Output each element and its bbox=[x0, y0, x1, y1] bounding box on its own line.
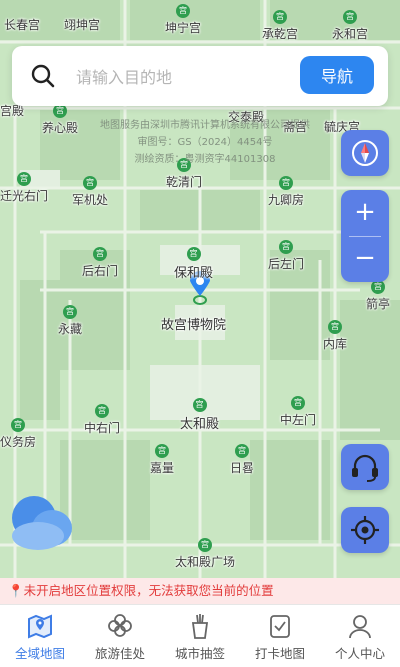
palace-marker-icon: 宫 bbox=[192, 398, 207, 412]
palace-marker-icon: 宫 bbox=[93, 247, 107, 261]
customer-service-button[interactable] bbox=[341, 444, 389, 490]
compass-button[interactable] bbox=[341, 130, 389, 176]
tab-profile[interactable]: 个人中心 bbox=[320, 605, 400, 667]
palace-marker-icon: 宫 bbox=[273, 10, 287, 24]
person-icon bbox=[349, 615, 371, 639]
palace-marker-icon: 宫 bbox=[155, 444, 169, 458]
tab-travel-spots[interactable]: 旅游佳处 bbox=[80, 605, 160, 667]
palace-marker-icon: 宫 bbox=[235, 444, 249, 458]
place-yonghe-gong[interactable]: 宫永和宫 bbox=[332, 10, 368, 42]
palace-marker-icon: 宫 bbox=[186, 247, 201, 261]
palace-marker-icon: 宫 bbox=[17, 172, 31, 186]
zoom-in-button[interactable]: + bbox=[341, 190, 389, 236]
place-jia-liang[interactable]: 宫嘉量 bbox=[150, 444, 174, 476]
palace-marker-icon: 宫 bbox=[279, 176, 293, 190]
palace-marker-icon: 宫 bbox=[95, 404, 109, 418]
navigate-button[interactable]: 导航 bbox=[300, 56, 374, 94]
place-jian-ting[interactable]: 宫箭亭 bbox=[366, 280, 390, 312]
location-permission-warning[interactable]: 📍未开启地区位置权限，无法获取您当前的位置 bbox=[0, 578, 400, 604]
bottom-tab-bar: 全域地图 旅游佳处 城市抽签 打卡地图 个人中心 bbox=[0, 604, 400, 667]
place-junji-chu[interactable]: 宫军机处 bbox=[72, 176, 108, 208]
place-yi-wu-fang[interactable]: 宫仪务房 bbox=[0, 418, 36, 450]
flower-icon bbox=[108, 614, 132, 637]
place-zhong-zuo-men[interactable]: 宫中左门 bbox=[280, 396, 316, 428]
palace-marker-icon: 宫 bbox=[83, 176, 97, 190]
place-zhong-you-men[interactable]: 宫中右门 bbox=[84, 404, 120, 436]
place-nei-ku[interactable]: 宫内库 bbox=[323, 320, 347, 352]
location-pin-icon: 📍 bbox=[8, 583, 24, 598]
zoom-controls: + − bbox=[341, 190, 389, 282]
search-input[interactable] bbox=[74, 62, 298, 92]
place-ri-gui[interactable]: 宫日晷 bbox=[230, 444, 254, 476]
place-changchun-gong[interactable]: 长春宫 bbox=[4, 16, 40, 33]
crosshair-icon bbox=[351, 516, 379, 544]
palace-marker-icon: 宫 bbox=[176, 4, 190, 18]
place-houzuo-men[interactable]: 宫后左门 bbox=[268, 240, 304, 272]
palace-marker-icon: 宫 bbox=[279, 240, 293, 254]
tab-global-map[interactable]: 全域地图 bbox=[0, 605, 80, 667]
place-kunning-gong[interactable]: 宫坤宁宫 bbox=[165, 4, 201, 36]
place-gugong[interactable]: 故宫博物院 bbox=[161, 314, 226, 333]
place-yikun-gong[interactable]: 翊坤宫 bbox=[64, 16, 100, 33]
headset-icon bbox=[352, 454, 378, 482]
palace-marker-icon: 宫 bbox=[198, 538, 212, 552]
place-jiuqing-fang[interactable]: 宫九卿房 bbox=[268, 176, 304, 208]
cloud-weather-icon[interactable] bbox=[8, 492, 78, 554]
place-houyou-men[interactable]: 宫后右门 bbox=[82, 247, 118, 279]
place-chengqian-gong[interactable]: 宫承乾宫 bbox=[262, 10, 298, 42]
palace-marker-icon: 宫 bbox=[291, 396, 305, 410]
place-baohe-dian[interactable]: 宫保和殿 bbox=[174, 247, 213, 281]
place-xi-you-men[interactable]: 宫迁光右门 bbox=[0, 172, 48, 204]
checkin-icon bbox=[270, 615, 290, 638]
palace-marker-icon: 宫 bbox=[371, 280, 385, 294]
place-taihe-guangchang[interactable]: 宫太和殿广场 bbox=[175, 538, 235, 570]
search-icon bbox=[31, 64, 55, 88]
tab-checkin-map[interactable]: 打卡地图 bbox=[240, 605, 320, 667]
map-icon bbox=[28, 614, 52, 639]
compass-icon bbox=[352, 140, 378, 166]
locate-button[interactable] bbox=[341, 507, 389, 553]
palace-marker-icon: 宫 bbox=[11, 418, 25, 432]
zoom-out-button[interactable]: − bbox=[341, 236, 389, 282]
palace-marker-icon: 宫 bbox=[343, 10, 357, 24]
palace-marker-icon: 宫 bbox=[63, 305, 77, 319]
lottery-cup-icon bbox=[191, 614, 209, 639]
search-bar: 导航 bbox=[12, 46, 388, 106]
palace-marker-icon: 宫 bbox=[53, 104, 67, 118]
place-taihe-dian[interactable]: 宫太和殿 bbox=[180, 398, 219, 432]
place-yong-cang[interactable]: 宫永藏 bbox=[58, 305, 82, 337]
map-attribution: 地图服务由深圳市腾讯计算机系统有限公司提供 审图号：GS（2024）4454号 … bbox=[100, 120, 310, 165]
palace-marker-icon: 宫 bbox=[328, 320, 342, 334]
tab-city-lottery[interactable]: 城市抽签 bbox=[160, 605, 240, 667]
